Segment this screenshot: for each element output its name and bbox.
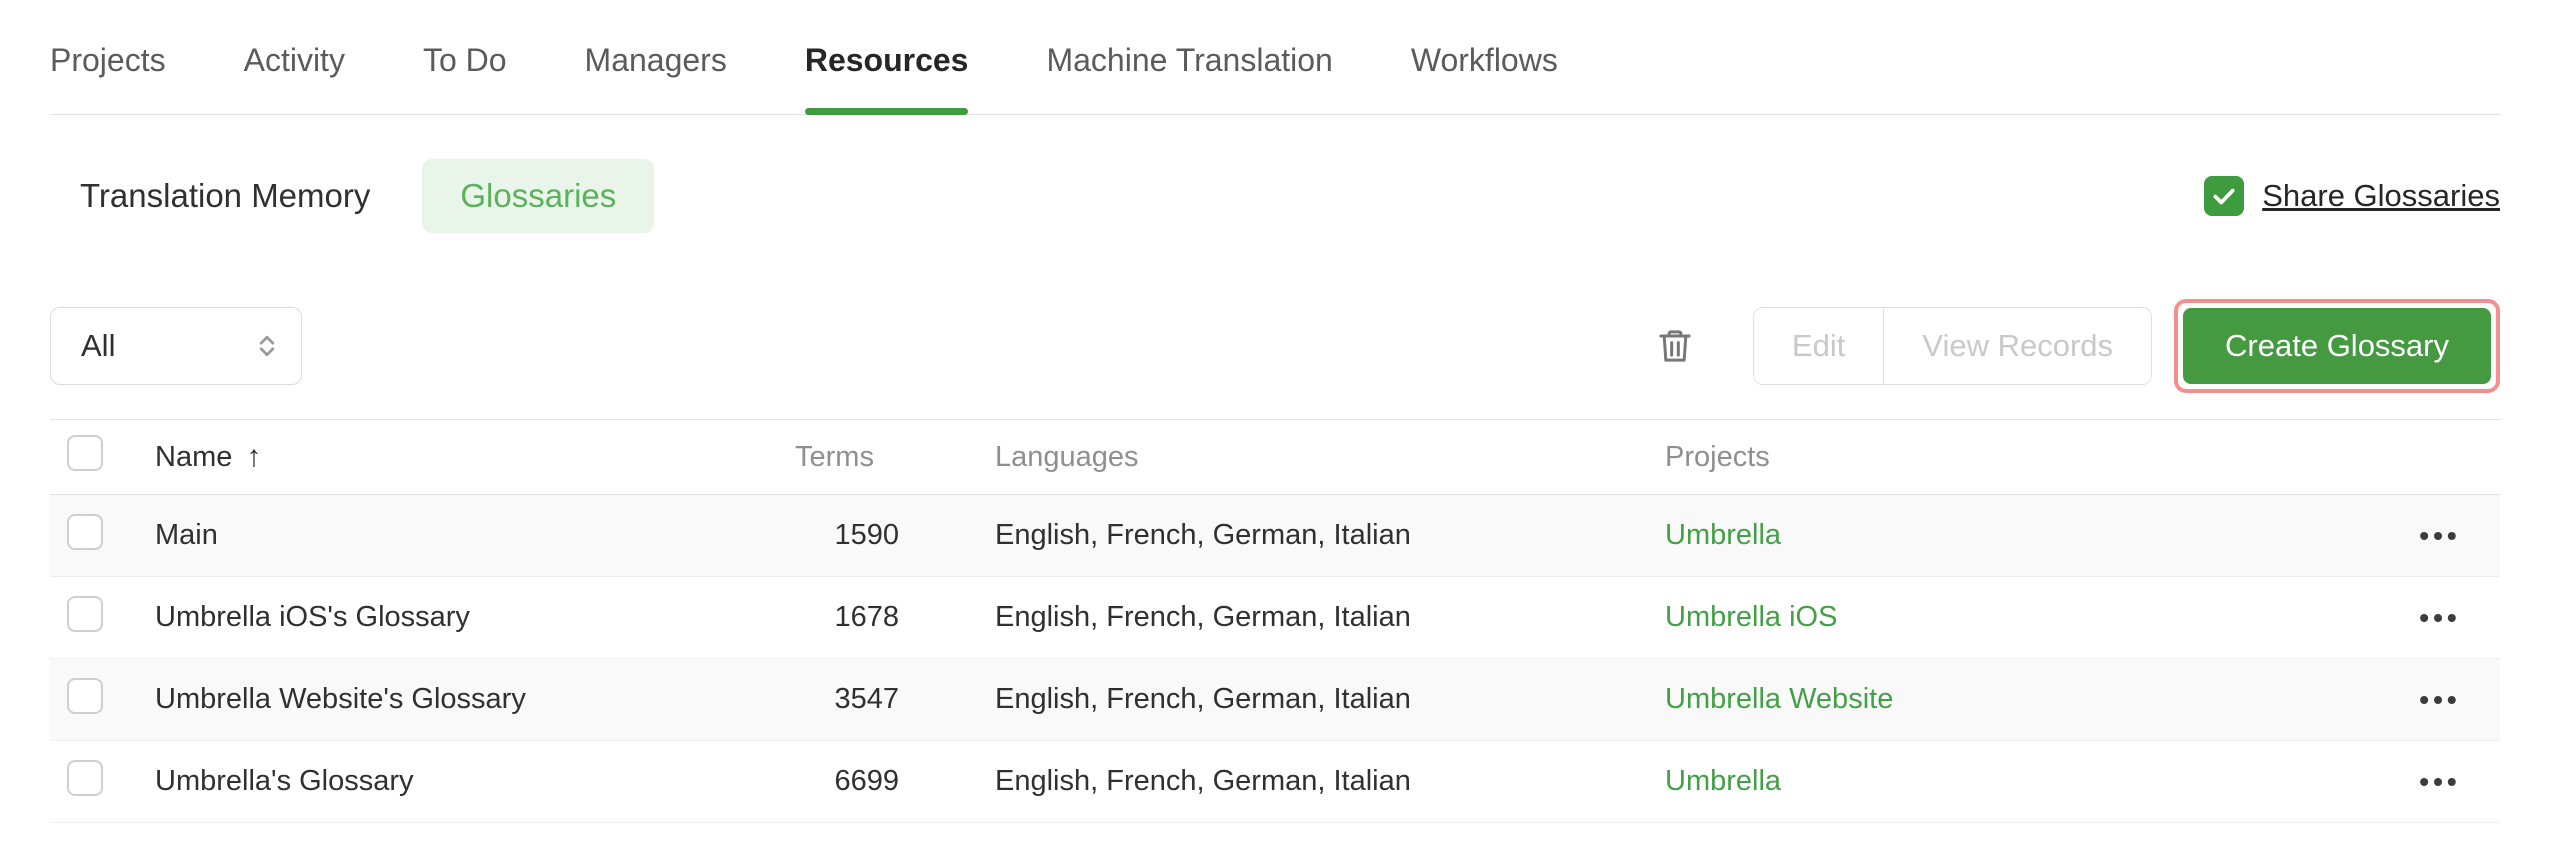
tab-workflows[interactable]: Workflows [1411,40,1558,114]
check-icon [2213,188,2235,205]
action-button-group: Edit View Records [1752,307,2153,385]
row-checkbox[interactable] [67,759,103,796]
tab-machine-translation[interactable]: Machine Translation [1046,40,1332,114]
glossary-languages: English, French, German, Italian [995,765,1411,797]
sort-ascending-icon: ↑ [246,440,262,473]
glossary-name: Main [155,519,218,551]
row-checkbox[interactable] [67,677,103,714]
column-header-terms[interactable]: Terms [775,441,995,474]
column-header-projects[interactable]: Projects [1665,441,2380,474]
row-menu-button[interactable]: ••• [2380,684,2500,716]
project-link[interactable]: Umbrella Website [1665,683,1893,715]
view-records-button[interactable]: View Records [1883,308,2152,384]
row-checkbox[interactable] [67,513,103,550]
row-menu-button[interactable]: ••• [2380,520,2500,552]
create-glossary-highlight: Create Glossary [2174,299,2500,393]
row-checkbox[interactable] [67,595,103,632]
table-row: Main 1590 English, French, German, Itali… [50,495,2500,577]
project-link[interactable]: Umbrella [1665,765,1781,797]
glossary-terms-count: 6699 [834,765,899,797]
table-row: Umbrella Website's Glossary 3547 English… [50,659,2500,741]
project-link[interactable]: Umbrella [1665,519,1781,551]
glossary-languages: English, French, German, Italian [995,601,1411,633]
up-down-chevrons-icon [259,335,275,357]
glossaries-table: Name ↑ Terms Languages Projects Main 159… [50,419,2500,823]
glossary-name: Umbrella iOS's Glossary [155,601,470,633]
main-nav: Projects Activity To Do Managers Resourc… [50,0,2500,115]
filter-selected-value: All [81,328,116,363]
tab-managers[interactable]: Managers [585,40,727,114]
toolbar: All Edit View Records Create Glossary [50,299,2500,393]
row-menu-button[interactable]: ••• [2380,766,2500,798]
glossary-name: Umbrella's Glossary [155,765,414,797]
name-header-label: Name [155,440,233,473]
glossary-filter-select[interactable]: All [50,307,302,385]
tab-activity[interactable]: Activity [244,40,345,114]
share-glossaries-control: Share Glossaries [2204,176,2500,216]
row-menu-button[interactable]: ••• [2380,602,2500,634]
trash-icon [1659,330,1691,362]
share-glossaries-checkbox[interactable] [2204,176,2245,216]
glossary-terms-count: 1590 [834,519,899,551]
select-all-cell [50,435,155,479]
edit-button[interactable]: Edit [1753,308,1884,384]
glossary-languages: English, French, German, Italian [995,519,1411,551]
glossary-languages: English, French, German, Italian [995,683,1411,715]
column-header-name[interactable]: Name ↑ [155,440,775,474]
project-link[interactable]: Umbrella iOS [1665,601,1837,633]
tab-resources[interactable]: Resources [804,40,968,115]
select-all-checkbox[interactable] [67,435,103,471]
glossary-terms-count: 1678 [834,601,899,633]
column-header-languages[interactable]: Languages [995,441,1665,474]
tab-to-do[interactable]: To Do [423,40,507,114]
create-glossary-button[interactable]: Create Glossary [2183,308,2491,384]
tab-glossaries[interactable]: Glossaries [422,159,655,233]
table-header-row: Name ↑ Terms Languages Projects [50,419,2500,495]
table-row: Umbrella's Glossary 6699 English, French… [50,741,2500,823]
glossary-terms-count: 3547 [834,683,899,715]
share-glossaries-label[interactable]: Share Glossaries [2262,178,2500,214]
table-body: Main 1590 English, French, German, Itali… [50,495,2500,823]
glossary-name: Umbrella Website's Glossary [155,683,526,715]
delete-button[interactable] [1655,326,1695,366]
resources-subnav: Translation Memory Glossaries Share Glos… [50,159,2500,233]
tab-translation-memory[interactable]: Translation Memory [80,159,370,233]
table-row: Umbrella iOS's Glossary 1678 English, Fr… [50,577,2500,659]
tab-projects[interactable]: Projects [50,40,166,114]
